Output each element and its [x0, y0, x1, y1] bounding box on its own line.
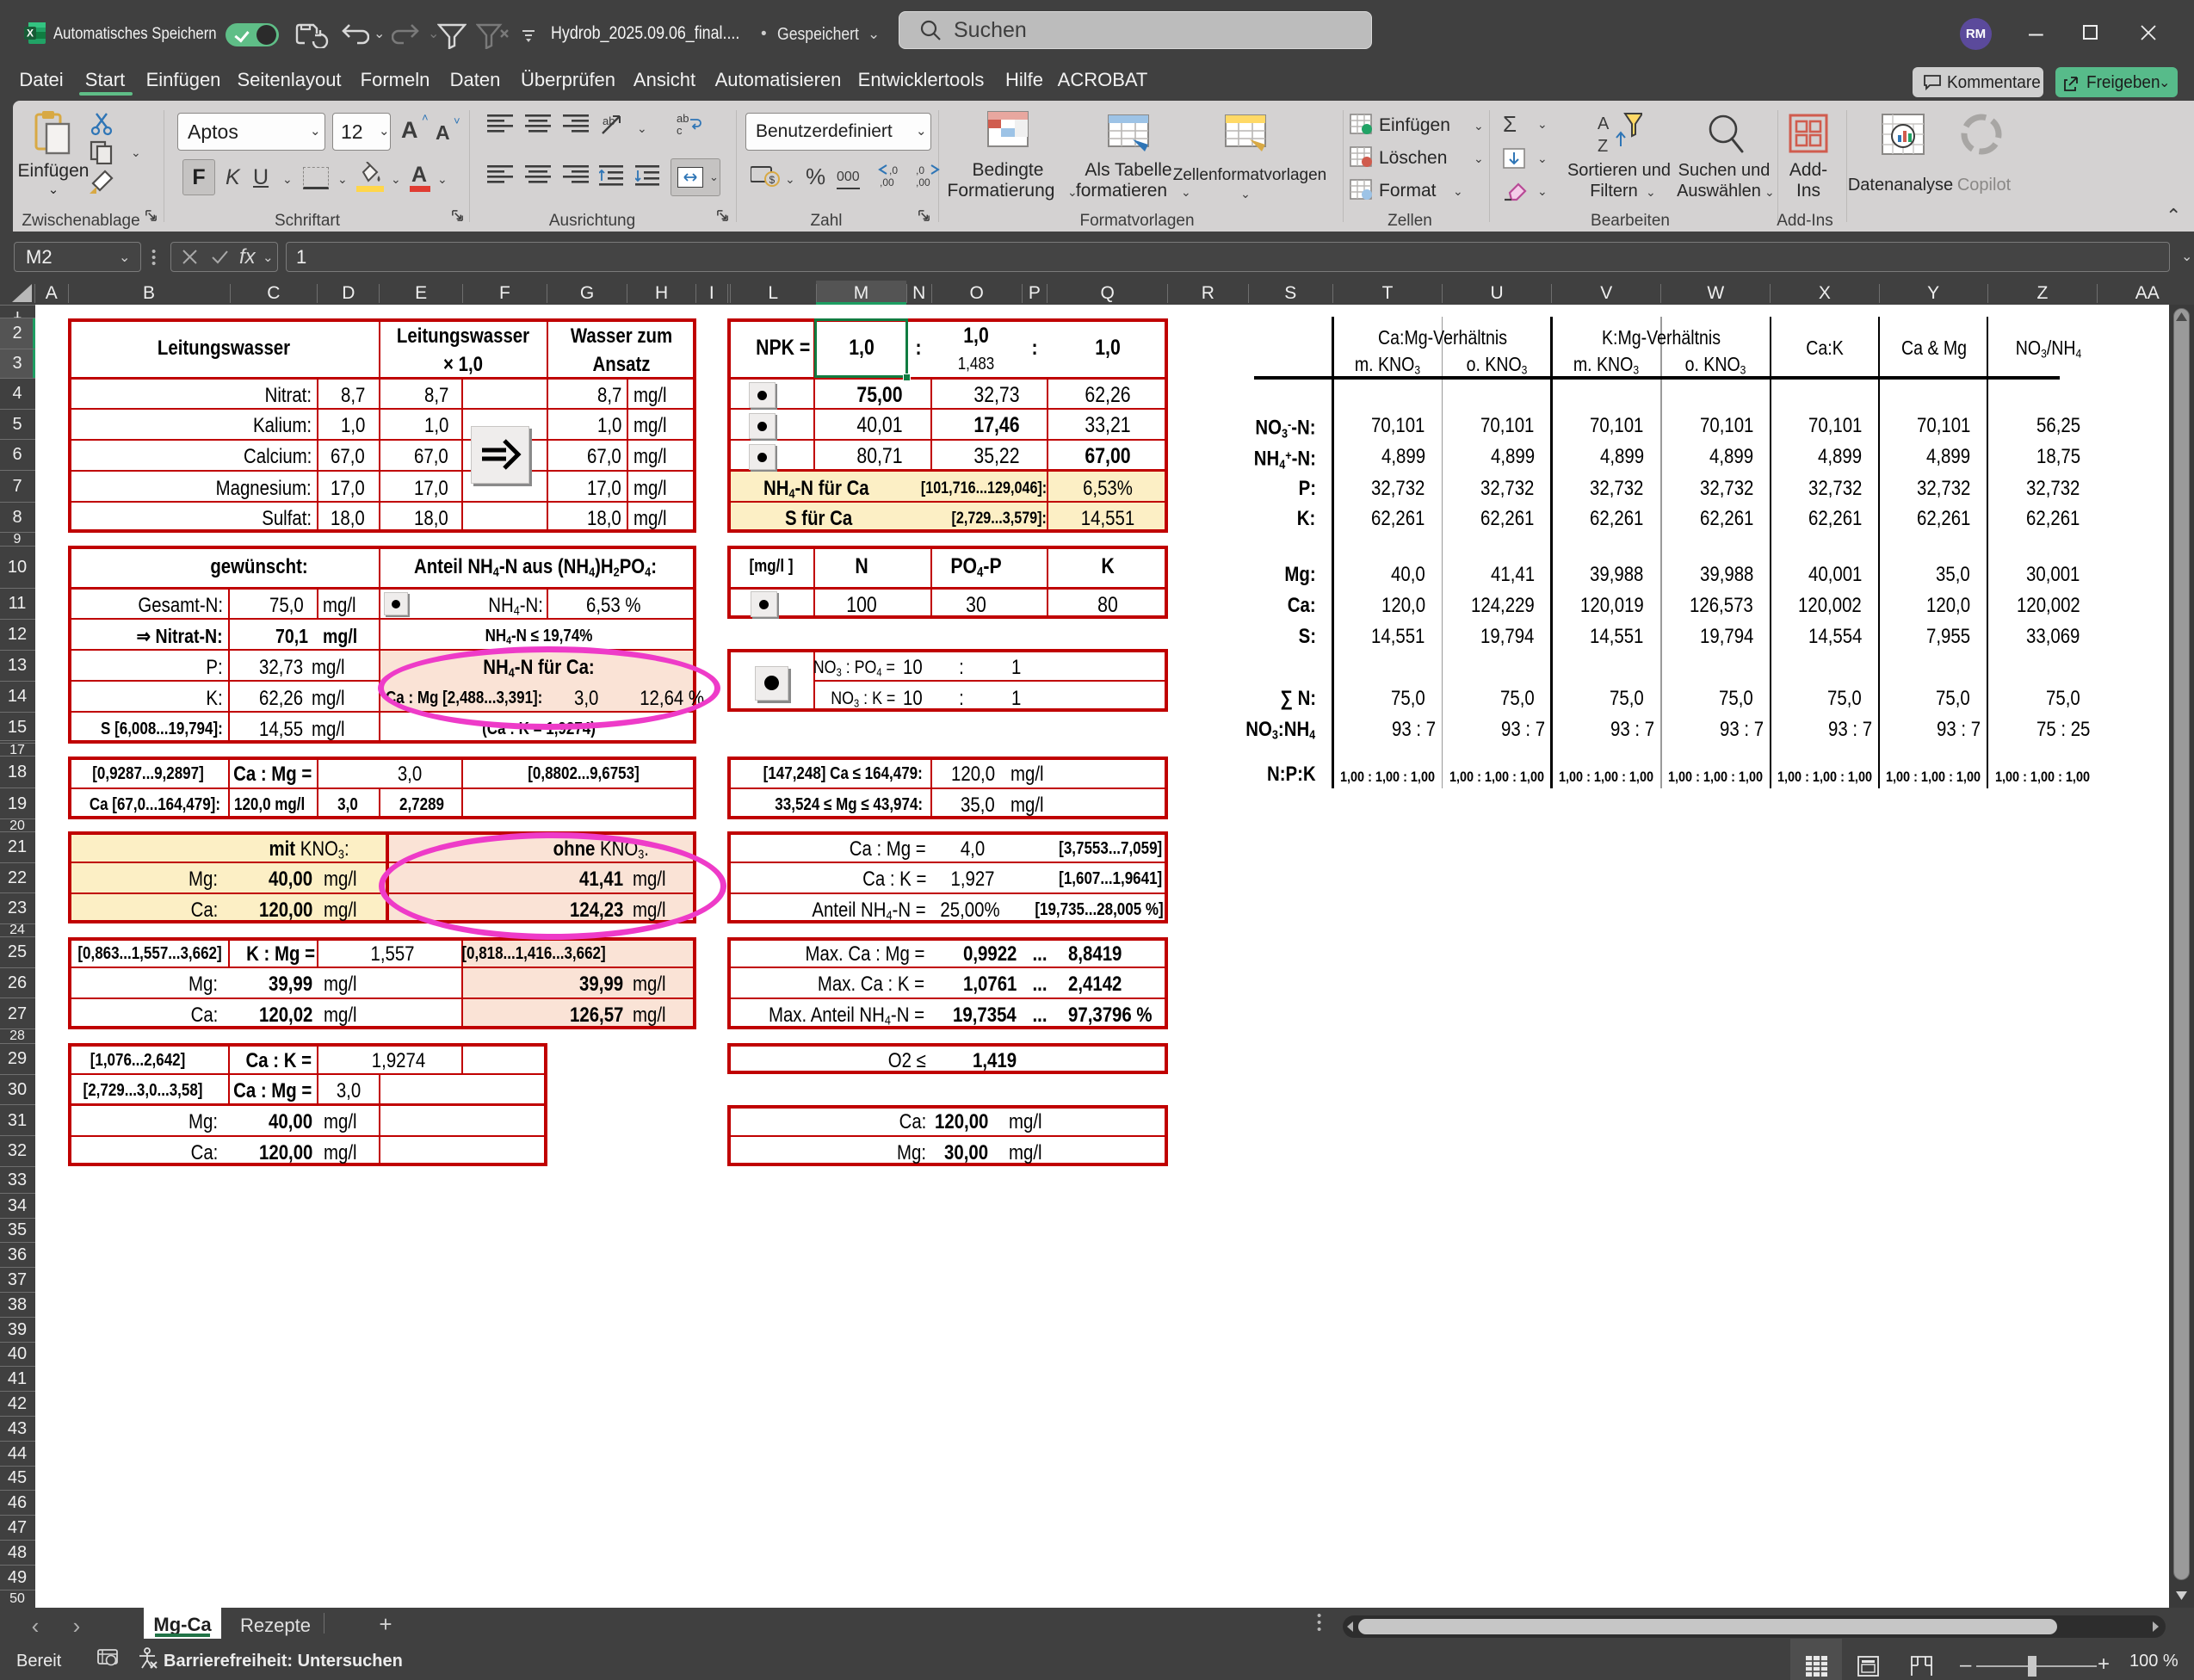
- svg-text:ab: ab: [603, 114, 615, 127]
- svg-text:,00: ,00: [880, 176, 894, 188]
- svg-text:,0: ,0: [916, 164, 924, 176]
- svg-text:X: X: [27, 28, 34, 40]
- svg-text:Z: Z: [1598, 137, 1608, 155]
- svg-text:c: c: [677, 124, 683, 135]
- svg-text:ab: ab: [677, 113, 689, 125]
- svg-text:$: $: [769, 174, 776, 186]
- svg-text:,0: ,0: [889, 164, 898, 176]
- svg-text:,00: ,00: [916, 176, 930, 188]
- svg-text:A: A: [1598, 114, 1610, 133]
